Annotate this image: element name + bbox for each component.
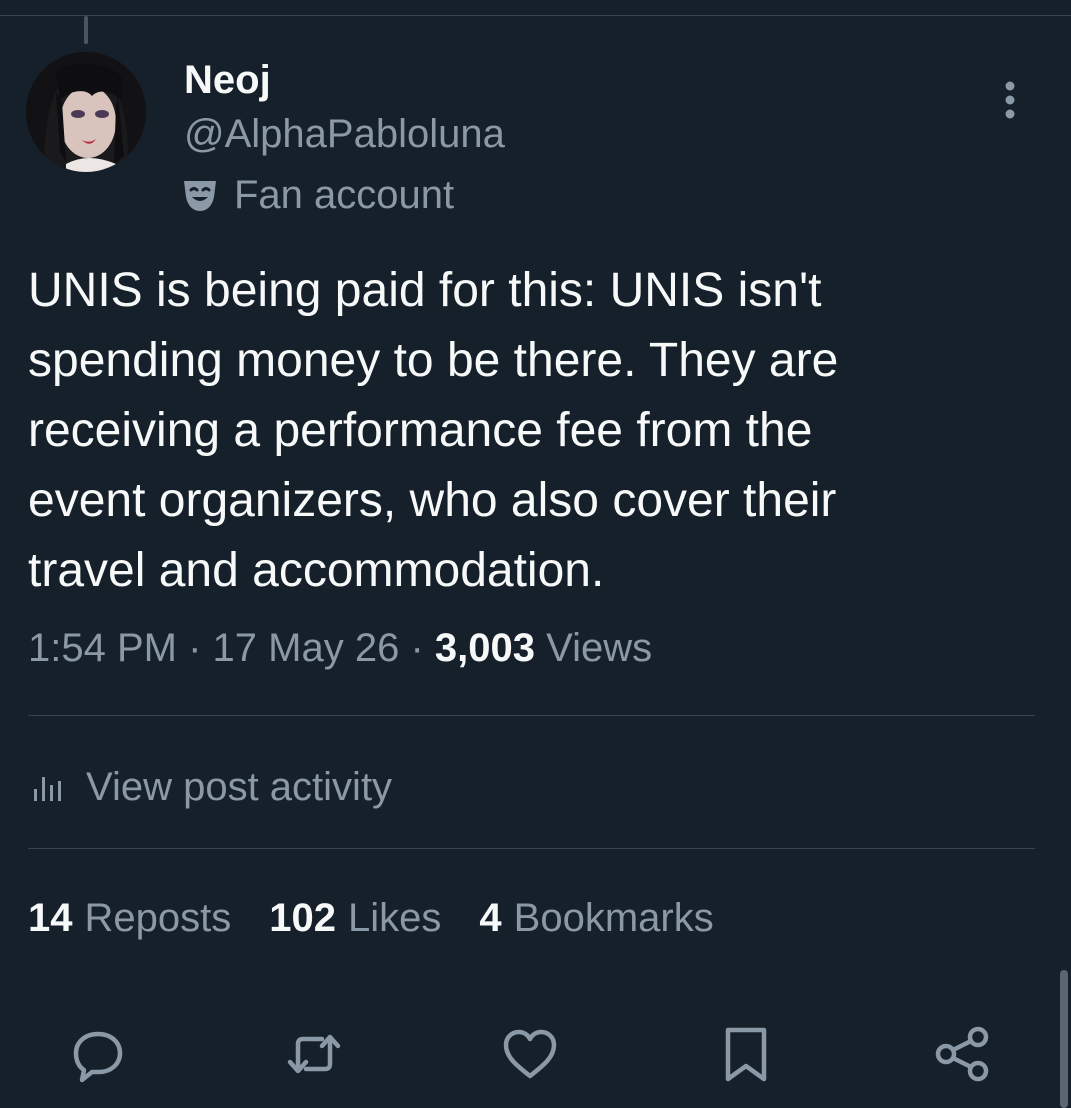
post-text-line: UNIS is being paid for this: UNIS isn't — [28, 264, 822, 317]
reply-icon — [73, 1031, 123, 1083]
avatar-image — [26, 52, 146, 172]
post-text-line: spending money to be there. They are — [28, 334, 839, 387]
separator-dot: · — [188, 626, 202, 670]
post-date[interactable]: 17 May 26 — [213, 626, 400, 670]
like-button[interactable] — [498, 1022, 562, 1086]
post-time[interactable]: 1:54 PM — [28, 626, 177, 670]
likes-label: Likes — [348, 895, 442, 940]
reposts-stat[interactable]: 14 Reposts — [28, 896, 231, 941]
bookmarks-label: Bookmarks — [513, 895, 714, 940]
author-handle[interactable]: @AlphaPabloluna — [184, 112, 505, 157]
top-divider — [0, 15, 1071, 16]
reposts-label: Reposts — [84, 895, 232, 940]
share-icon — [935, 1026, 989, 1082]
likes-stat[interactable]: 102 Likes — [269, 896, 441, 941]
views-label: Views — [546, 626, 653, 670]
view-post-activity-button[interactable]: View post activity — [28, 760, 392, 814]
post-text-line: event organizers, who also cover their — [28, 474, 837, 527]
bookmarks-count: 4 — [479, 895, 502, 940]
scrollbar[interactable] — [1060, 970, 1068, 1108]
bookmark-icon — [725, 1027, 767, 1082]
post-text-line: travel and accommodation. — [28, 544, 605, 597]
more-options-icon[interactable] — [990, 78, 1030, 122]
reposts-count: 14 — [28, 895, 73, 940]
divider — [28, 848, 1035, 849]
share-button[interactable] — [930, 1022, 994, 1086]
reply-button[interactable] — [66, 1022, 130, 1086]
repost-button[interactable] — [282, 1022, 346, 1086]
divider — [28, 715, 1035, 716]
post-text-line: receiving a performance fee from the — [28, 404, 813, 457]
repost-icon — [287, 1034, 341, 1074]
like-icon — [503, 1029, 557, 1079]
author-display-name[interactable]: Neoj — [184, 58, 271, 103]
bookmarks-stat[interactable]: 4 Bookmarks — [479, 896, 713, 941]
likes-count: 102 — [269, 895, 336, 940]
thread-connector-line — [84, 16, 88, 44]
engagement-stats: 14 Reposts 102 Likes 4 Bookmarks — [28, 890, 752, 946]
post-text: UNIS is being paid for this: UNIS isn't … — [28, 256, 1038, 606]
avatar[interactable] — [26, 52, 146, 172]
separator-dot: · — [410, 626, 424, 670]
bookmark-button[interactable] — [714, 1022, 778, 1086]
view-post-activity-label: View post activity — [86, 764, 393, 809]
views-count: 3,003 — [434, 626, 536, 670]
account-label: Fan account — [180, 170, 454, 220]
post-metadata: 1:54 PM · 17 May 26 · 3,003 Views — [28, 626, 652, 671]
bar-chart-icon — [34, 777, 61, 801]
account-label-text: Fan account — [234, 172, 455, 217]
theater-masks-icon — [184, 181, 216, 211]
